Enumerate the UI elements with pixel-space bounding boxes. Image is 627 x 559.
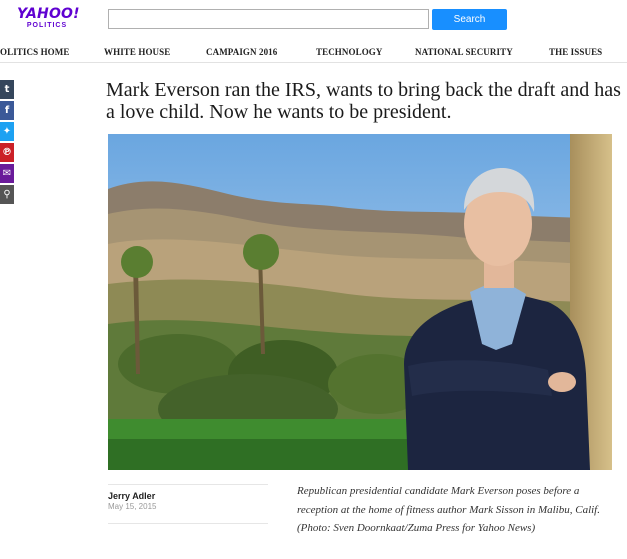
nav-technology[interactable]: TECHNOLOGY (316, 47, 383, 57)
search-button[interactable]: Search (432, 9, 507, 30)
nav-national-security[interactable]: NATIONAL SECURITY (415, 47, 513, 57)
link-icon[interactable]: ⚲ (0, 185, 14, 204)
twitter-icon[interactable]: ✦ (0, 122, 14, 141)
facebook-icon[interactable]: f (0, 101, 14, 120)
nav-white-house[interactable]: WHITE HOUSE (104, 47, 170, 57)
tumblr-icon[interactable]: t (0, 80, 14, 99)
nav-politics-home[interactable]: OLITICS HOME (0, 47, 69, 57)
article-photo (108, 134, 612, 470)
section-nav: OLITICS HOME WHITE HOUSE CAMPAIGN 2016 T… (0, 42, 627, 63)
yahoo-politics-logo[interactable]: YAHOO! POLITICS (17, 6, 80, 30)
byline: Jerry Adler May 15, 2015 (108, 484, 268, 511)
site-header: YAHOO! POLITICS Search (0, 0, 627, 42)
nav-campaign-2016[interactable]: CAMPAIGN 2016 (206, 47, 277, 57)
article-headline: Mark Everson ran the IRS, wants to bring… (106, 79, 621, 123)
photo-caption: Republican presidential candidate Mark E… (297, 485, 600, 534)
byline-divider (108, 523, 268, 524)
pinterest-icon[interactable]: ℗ (0, 143, 14, 162)
logo-wordmark: YAHOO! (17, 6, 80, 22)
publish-date: May 15, 2015 (108, 502, 157, 511)
mail-icon[interactable]: ✉ (0, 164, 14, 183)
nav-the-issues[interactable]: THE ISSUES (549, 47, 602, 57)
author-name[interactable]: Jerry Adler (108, 491, 268, 501)
logo-subtitle: POLITICS (26, 22, 68, 29)
search-input[interactable] (108, 9, 429, 29)
